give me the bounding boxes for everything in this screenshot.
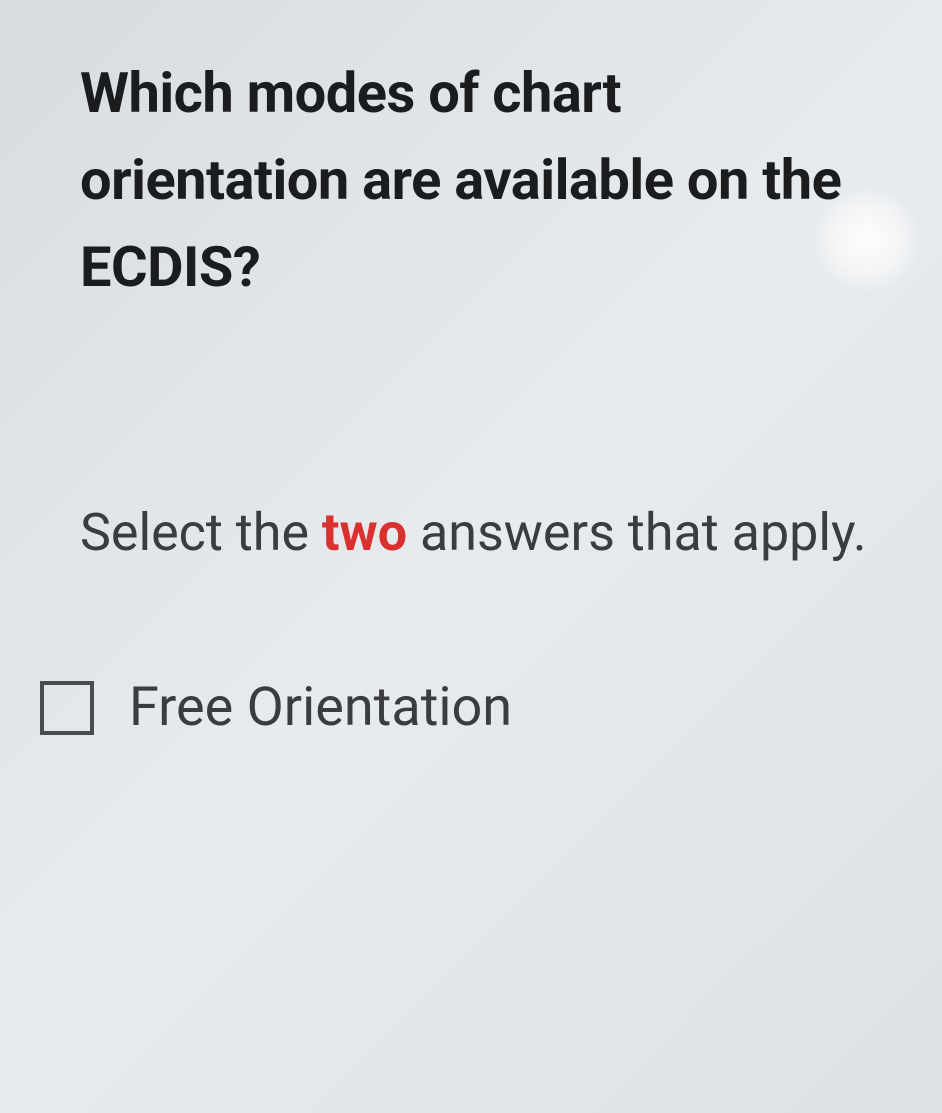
instruction-text: Select the two answers that apply. [80,490,882,576]
option-label: Free Orientation [129,676,512,739]
checkbox-free-orientation[interactable] [40,681,94,735]
option-row[interactable]: Free Orientation [40,676,882,739]
instruction-highlight: two [322,502,407,563]
instruction-prefix: Select the [80,502,322,563]
instruction-suffix: answers that apply. [407,502,867,563]
question-text: Which modes of chart orientation are ava… [80,50,882,310]
